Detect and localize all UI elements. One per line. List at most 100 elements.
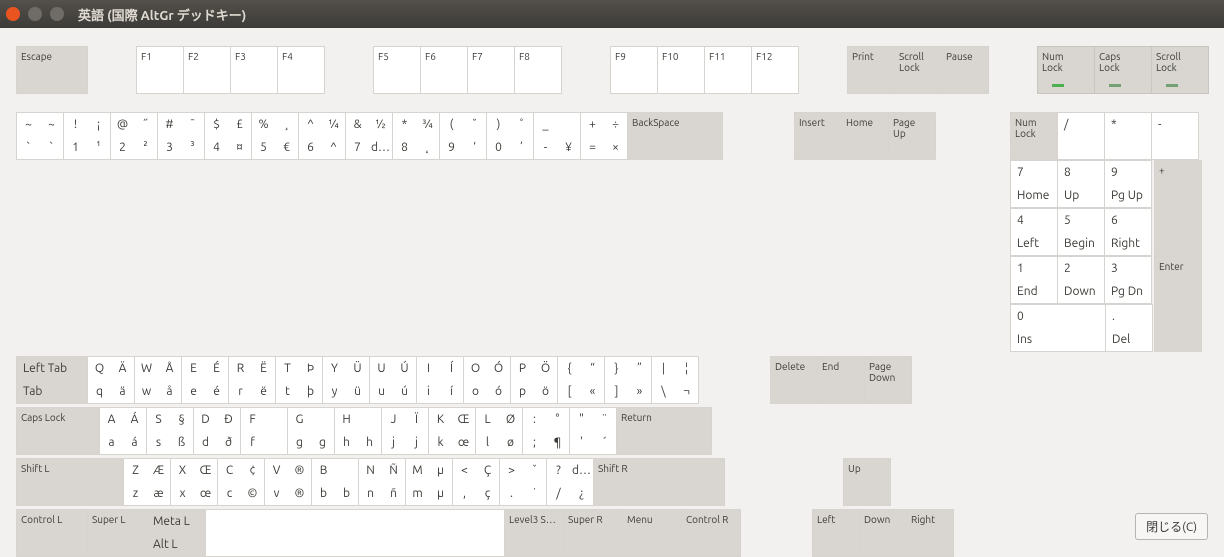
key-num-4[interactable]: $£4¤: [204, 112, 252, 160]
key-a-9[interactable]: :°;¶: [522, 407, 570, 455]
key-nav4-2[interactable]: Right: [906, 509, 954, 557]
key-np-enter[interactable]: Enter: [1154, 256, 1202, 352]
key-ctrl-r[interactable]: Control R: [681, 509, 741, 557]
key-sys-0[interactable]: Print: [847, 46, 895, 94]
key-ctrl-l[interactable]: Control L: [16, 509, 88, 557]
key-np4-1[interactable]: .Del: [1105, 304, 1153, 352]
key-np1-0[interactable]: 7Home: [1010, 160, 1058, 208]
key-np0-1[interactable]: /: [1057, 112, 1105, 160]
key-q-5[interactable]: YÜyü: [322, 356, 370, 404]
key-a-0[interactable]: AÁaá: [99, 407, 147, 455]
key-f4[interactable]: F4: [277, 46, 325, 94]
key-num-3[interactable]: #¯3³: [157, 112, 205, 160]
key-nav1-2[interactable]: PageUp: [888, 112, 936, 160]
key-q-8[interactable]: OÓoó: [463, 356, 511, 404]
key-q-1[interactable]: WÅwå: [134, 356, 182, 404]
key-z-2[interactable]: C¢c©: [217, 458, 265, 506]
key-np2-0[interactable]: 4Left: [1010, 208, 1058, 256]
key-num-10[interactable]: )˚0’: [486, 112, 534, 160]
key-num-5[interactable]: %¸5€: [251, 112, 299, 160]
key-q-11[interactable]: }”]»: [604, 356, 652, 404]
key-num-7[interactable]: &½7d…: [345, 112, 393, 160]
key-f8[interactable]: F8: [514, 46, 562, 94]
key-num-0[interactable]: ~~``: [16, 112, 64, 160]
key-q-6[interactable]: UÚuú: [369, 356, 417, 404]
minimize-icon[interactable]: [28, 7, 42, 21]
key-z-3[interactable]: V®v®: [264, 458, 312, 506]
key-shift-r[interactable]: Shift R: [593, 458, 725, 506]
key-np1-2[interactable]: 9Pg Up: [1104, 160, 1152, 208]
maximize-icon[interactable]: [50, 7, 64, 21]
key-np0-3[interactable]: -: [1151, 112, 1199, 160]
key-return[interactable]: Return: [616, 407, 712, 455]
key-np2-1[interactable]: 5Begin: [1057, 208, 1105, 256]
key-capslock[interactable]: Caps Lock: [16, 407, 100, 455]
key-nav2-2[interactable]: PageDown: [864, 356, 912, 404]
key-nav2-0[interactable]: Delete: [770, 356, 818, 404]
key-a-4[interactable]: Ggg: [287, 407, 335, 455]
key-shift-l[interactable]: Shift L: [16, 458, 124, 506]
key-num-8[interactable]: *¾8˛: [392, 112, 440, 160]
key-z-4[interactable]: Bbb: [311, 458, 359, 506]
key-f2[interactable]: F2: [183, 46, 231, 94]
key-q-2[interactable]: EÉeé: [181, 356, 229, 404]
key-z-9[interactable]: ?d…/¿: [546, 458, 594, 506]
key-level3[interactable]: Level3 S…: [504, 509, 564, 557]
key-f6[interactable]: F6: [420, 46, 468, 94]
key-num-2[interactable]: @˝2²: [110, 112, 158, 160]
key-np0-2[interactable]: *: [1104, 112, 1152, 160]
close-button[interactable]: 閉じる(C): [1135, 513, 1208, 540]
key-q-4[interactable]: TÞtþ: [275, 356, 323, 404]
key-np3-1[interactable]: 2Down: [1057, 256, 1105, 304]
key-a-1[interactable]: S§sß: [146, 407, 194, 455]
key-a-6[interactable]: JÏjj: [381, 407, 429, 455]
key-sys-2[interactable]: Pause: [941, 46, 989, 94]
key-np-plus[interactable]: +: [1154, 160, 1202, 256]
key-q-9[interactable]: PÖpö: [510, 356, 558, 404]
key-q-12[interactable]: |¦\¬: [651, 356, 699, 404]
key-f12[interactable]: F12: [751, 46, 799, 94]
key-sys-1[interactable]: ScrollLock: [894, 46, 942, 94]
key-f1[interactable]: F1: [136, 46, 184, 94]
key-z-0[interactable]: ZÆzæ: [123, 458, 171, 506]
key-q-7[interactable]: IÍií: [416, 356, 464, 404]
key-z-7[interactable]: <Ç,ç: [452, 458, 500, 506]
key-nav1-0[interactable]: Insert: [794, 112, 842, 160]
key-alt-l[interactable]: Meta LAlt L: [146, 509, 206, 557]
key-nav2-1[interactable]: End: [817, 356, 865, 404]
key-num-9[interactable]: (˘9‘: [439, 112, 487, 160]
close-icon[interactable]: [6, 7, 20, 21]
key-np1-1[interactable]: 8Up: [1057, 160, 1105, 208]
key-nav4-0[interactable]: Left: [812, 509, 860, 557]
key-q-10[interactable]: {“[«: [557, 356, 605, 404]
key-a-2[interactable]: DÐdð: [193, 407, 241, 455]
key-super-l[interactable]: Super L: [87, 509, 147, 557]
key-up[interactable]: Up: [843, 458, 891, 506]
key-f7[interactable]: F7: [467, 46, 515, 94]
key-a-7[interactable]: KŒkœ: [428, 407, 476, 455]
key-num-1[interactable]: !¡1¹: [63, 112, 111, 160]
key-z-1[interactable]: XŒxœ: [170, 458, 218, 506]
key-backspace[interactable]: BackSpace: [627, 112, 723, 160]
key-np0-0[interactable]: NumLock: [1010, 112, 1058, 160]
key-menu[interactable]: Menu: [622, 509, 682, 557]
key-z-5[interactable]: NÑnñ: [358, 458, 406, 506]
key-z-8[interactable]: >ˇ.˙: [499, 458, 547, 506]
key-a-8[interactable]: LØlø: [475, 407, 523, 455]
key-escape[interactable]: Escape: [16, 46, 88, 94]
key-f9[interactable]: F9: [610, 46, 658, 94]
key-z-6[interactable]: Mµmµ: [405, 458, 453, 506]
key-num-6[interactable]: ^¼6^: [298, 112, 346, 160]
key-a-5[interactable]: Hhh: [334, 407, 382, 455]
key-f10[interactable]: F10: [657, 46, 705, 94]
key-np3-0[interactable]: 1End: [1010, 256, 1058, 304]
key-np4-0[interactable]: 0Ins: [1010, 304, 1106, 352]
key-f11[interactable]: F11: [704, 46, 752, 94]
key-a-10[interactable]: "¨'´: [569, 407, 617, 455]
key-q-0[interactable]: QÄqä: [87, 356, 135, 404]
key-q-3[interactable]: RËrë: [228, 356, 276, 404]
key-np2-2[interactable]: 6Right: [1104, 208, 1152, 256]
key-f5[interactable]: F5: [373, 46, 421, 94]
key-nav1-1[interactable]: Home: [841, 112, 889, 160]
key-tab[interactable]: Left TabTab: [16, 356, 88, 404]
